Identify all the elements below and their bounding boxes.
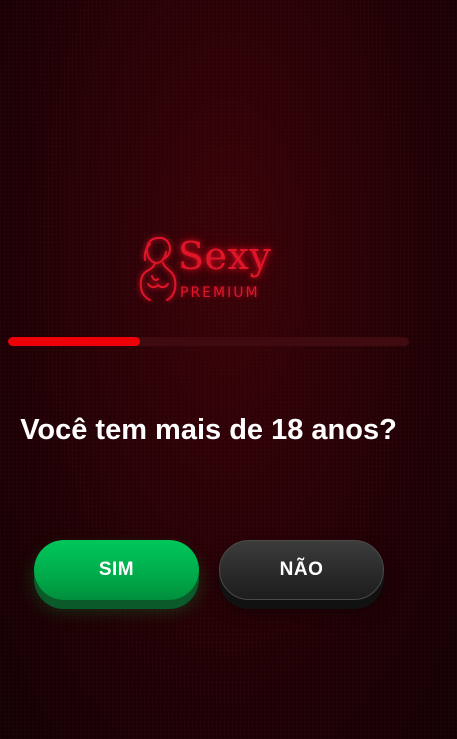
brand-tagline: PREMIUM bbox=[180, 285, 260, 301]
background-texture bbox=[0, 0, 457, 739]
brand-logo: Sexy PREMIUM bbox=[136, 232, 282, 306]
progress-bar bbox=[8, 337, 409, 346]
progress-bar-fill bbox=[8, 337, 141, 346]
brand-name: Sexy bbox=[178, 234, 272, 278]
no-button[interactable]: NÃO bbox=[219, 540, 384, 600]
age-question: Você tem mais de 18 anos? bbox=[20, 414, 397, 446]
woman-silhouette-icon bbox=[139, 236, 177, 301]
yes-button[interactable]: SIM bbox=[34, 540, 199, 600]
